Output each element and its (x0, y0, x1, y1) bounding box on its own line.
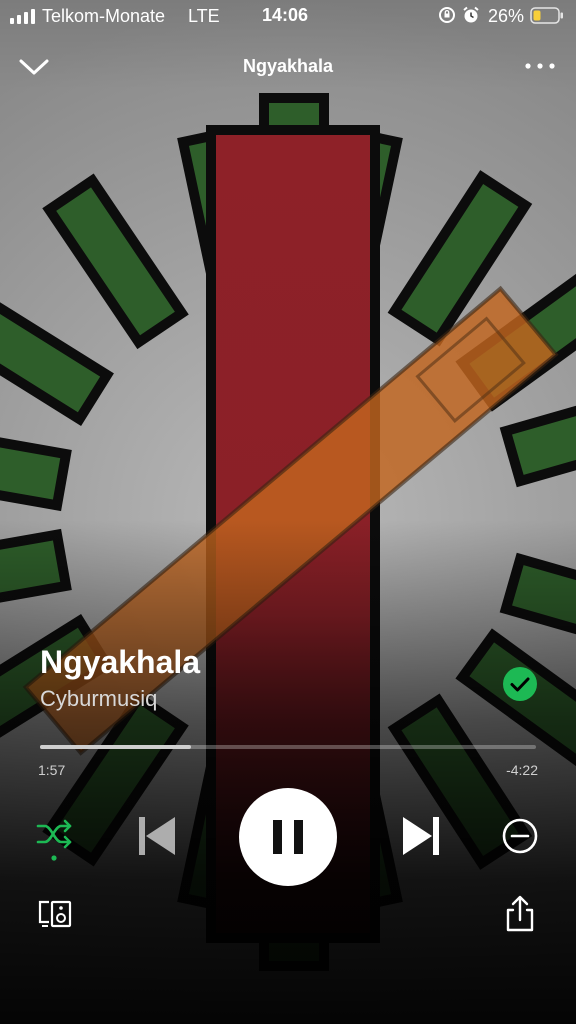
progress-fill (40, 745, 192, 749)
orientation-lock-icon (439, 7, 455, 23)
time-remaining: -4:22 (506, 762, 538, 778)
devices-icon[interactable] (36, 896, 76, 932)
shuffle-icon[interactable] (34, 816, 78, 864)
pause-button[interactable] (239, 788, 337, 886)
player-header: Ngyakhala (0, 44, 576, 88)
hide-icon[interactable] (500, 816, 540, 856)
track-artist[interactable]: Cyburmusiq (40, 686, 157, 712)
liked-check-icon[interactable] (502, 666, 538, 702)
header-title: Ngyakhala (242, 56, 334, 76)
alarm-icon (463, 6, 479, 23)
previous-icon[interactable] (134, 812, 180, 860)
carrier-name: Telkom-Monate (42, 6, 166, 26)
signal-icon (10, 8, 35, 24)
track-title[interactable]: Ngyakhala (40, 644, 200, 681)
progress-bar[interactable] (40, 745, 536, 749)
time-elapsed: 1:57 (38, 762, 66, 778)
next-icon[interactable] (398, 812, 444, 860)
network-type: LTE (188, 6, 220, 26)
battery-icon (530, 7, 563, 24)
status-bar: Telkom-Monate LTE 14:06 26% (0, 0, 576, 32)
battery-percent: 26% (488, 6, 525, 26)
share-icon[interactable] (500, 894, 540, 934)
status-time: 14:06 (262, 5, 309, 25)
pause-icon (273, 820, 303, 854)
more-icon[interactable] (522, 58, 558, 74)
